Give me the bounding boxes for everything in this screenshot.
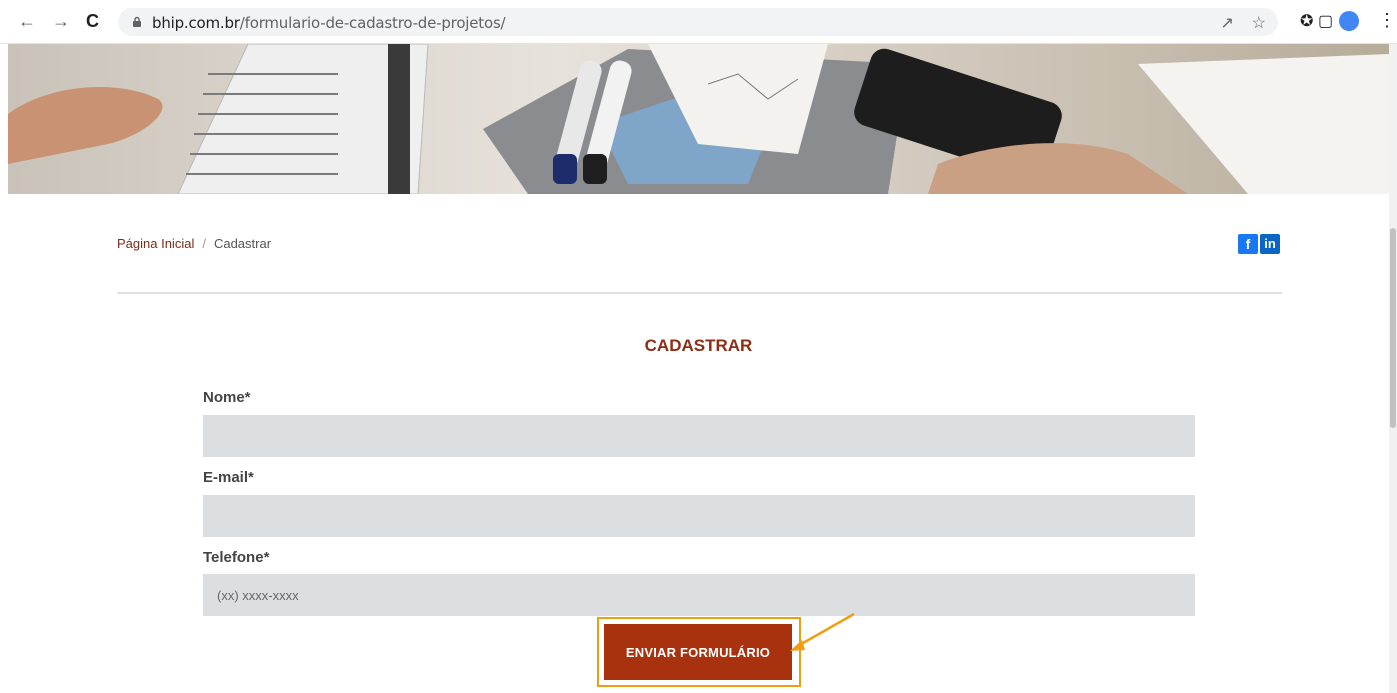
desk-illustration [8, 44, 1389, 194]
section-divider [117, 292, 1282, 294]
extensions-puzzle-icon[interactable]: ✪ [1300, 11, 1313, 31]
name-label: Nome* [203, 389, 251, 406]
profile-avatar-icon[interactable] [1339, 11, 1359, 31]
name-input[interactable] [203, 415, 1195, 457]
share-icon[interactable]: ↗ [1220, 15, 1233, 32]
facebook-icon[interactable]: f [1238, 234, 1258, 254]
linkedin-icon[interactable]: in [1260, 234, 1280, 254]
annotation-arrow-icon [790, 612, 855, 651]
email-input[interactable] [203, 495, 1195, 537]
reload-icon[interactable]: C [86, 12, 99, 30]
forward-arrow-icon[interactable]: → [52, 12, 70, 30]
breadcrumb-current: Cadastrar [213, 236, 272, 251]
more-menu-icon[interactable]: ⋮ [1378, 10, 1396, 31]
address-bar[interactable]: bhip.com.br/formulario-de-cadastro-de-pr… [118, 8, 1278, 36]
bookmark-star-icon[interactable]: ☆ [1252, 15, 1266, 32]
phone-label: Telefone* [203, 549, 270, 566]
breadcrumb-separator: / [202, 236, 206, 251]
browser-toolbar: ← → C bhip.com.br/formulario-de-cadastro… [0, 0, 1397, 44]
scrollbar-thumb[interactable] [1390, 228, 1396, 428]
omnibox-actions: ↗ ☆ [1220, 13, 1266, 33]
email-label: E-mail* [203, 469, 254, 486]
url-text: bhip.com.br/formulario-de-cadastro-de-pr… [152, 14, 506, 32]
phone-input[interactable] [203, 574, 1195, 616]
side-panel-icon[interactable]: ▢ [1318, 11, 1333, 31]
back-arrow-icon[interactable]: ← [18, 12, 36, 30]
form-title: CADASTRAR [644, 336, 753, 355]
lock-icon [133, 16, 141, 27]
breadcrumb: Página Inicial / Cadastrar [117, 236, 271, 251]
hero-banner-image [8, 44, 1389, 194]
breadcrumb-home-link[interactable]: Página Inicial [117, 236, 194, 251]
